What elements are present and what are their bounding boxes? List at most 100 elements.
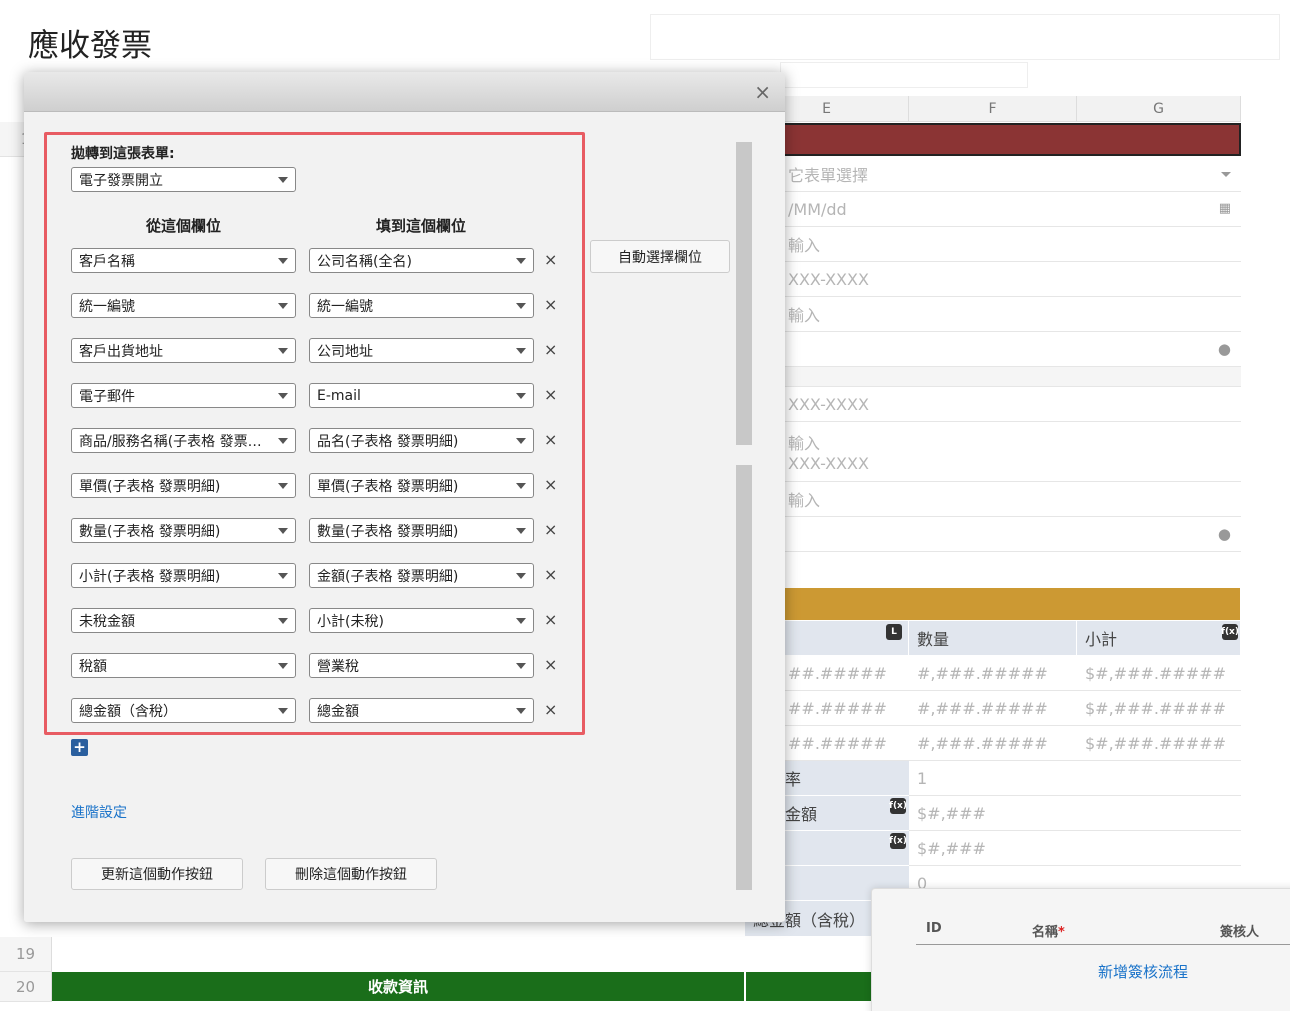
mapping-to-select[interactable]: 小計(未稅) xyxy=(309,608,534,633)
add-approval-flow-link[interactable]: 新增簽核流程 xyxy=(1098,961,1188,982)
select-value: 小計(未稅) xyxy=(317,613,384,630)
cell-date[interactable]: /MM/dd ▦ xyxy=(780,192,1241,227)
remove-mapping-icon[interactable]: × xyxy=(544,295,557,314)
action-button-dialog: × 拋轉到這張表單: 電子發票開立 從這個欄位 填到這個欄位 自動選擇欄位 客戶… xyxy=(24,72,785,922)
mapping-to-select[interactable]: 公司地址 xyxy=(309,338,534,363)
mapping-to-select[interactable]: 統一編號 xyxy=(309,293,534,318)
remove-mapping-icon[interactable]: × xyxy=(544,475,557,494)
cell-input[interactable]: 輸入 xyxy=(780,482,1241,517)
mapping-from-select[interactable]: 小計(子表格 發票明細) xyxy=(71,563,296,588)
cell-phone[interactable]: XXX-XXXX xyxy=(780,262,1241,297)
form-header-bar[interactable] xyxy=(745,123,1241,156)
dialog-scrollbar[interactable] xyxy=(736,142,752,890)
mapping-from-select[interactable]: 數量(子表格 發票明細) xyxy=(71,518,296,543)
summary-value[interactable]: 1 xyxy=(909,761,1241,796)
mapping-to-select[interactable]: 營業稅 xyxy=(309,653,534,678)
scrollbar-gap xyxy=(736,445,752,465)
cell-address[interactable]: ● xyxy=(780,517,1241,552)
row-number-19[interactable]: 19 xyxy=(0,937,52,972)
summary-value[interactable]: $#,### xyxy=(909,796,1241,831)
chevron-down-icon xyxy=(1221,172,1231,177)
chevron-down-icon xyxy=(278,708,288,714)
summary-value[interactable]: $#,### xyxy=(909,831,1241,866)
table-cell[interactable]: $#,###.##### xyxy=(1077,691,1241,726)
remove-mapping-icon[interactable]: × xyxy=(544,565,557,584)
mapping-to-select[interactable]: 數量(子表格 發票明細) xyxy=(309,518,534,543)
mapping-to-select[interactable]: 金額(子表格 發票明細) xyxy=(309,563,534,588)
table-cell[interactable]: $#,###.##### xyxy=(1077,726,1241,761)
mapping-to-select[interactable]: E-mail xyxy=(309,383,534,408)
table-cell[interactable]: $#,###.##### xyxy=(1077,656,1241,691)
mapping-from-select[interactable]: 客戶出貨地址 xyxy=(71,338,296,363)
mapping-from-select[interactable]: 單價(子表格 發票明細) xyxy=(71,473,296,498)
mapping-from-select[interactable]: 統一編號 xyxy=(71,293,296,318)
table-header-qty[interactable]: 數量 xyxy=(909,621,1077,655)
table-cell[interactable]: #,###.##### xyxy=(909,726,1077,761)
detail-section-header[interactable] xyxy=(745,588,1240,620)
cell-input[interactable]: 輸入 xyxy=(780,227,1241,262)
cell-phone[interactable]: XXX-XXXX xyxy=(780,387,1241,422)
cell-input[interactable]: 輸入 xyxy=(780,297,1241,332)
delete-action-button[interactable]: 刪除這個動作按鈕 xyxy=(265,858,437,890)
remove-mapping-icon[interactable]: × xyxy=(544,700,557,719)
mapping-from-select[interactable]: 電子郵件 xyxy=(71,383,296,408)
chevron-down-icon xyxy=(278,177,288,183)
remove-mapping-icon[interactable]: × xyxy=(544,385,557,404)
remove-mapping-icon[interactable]: × xyxy=(544,430,557,449)
cell-text: XXX-XXXX xyxy=(788,394,869,414)
mapping-to-select[interactable]: 品名(子表格 發票明細) xyxy=(309,428,534,453)
select-value: 客戶出貨地址 xyxy=(79,343,163,360)
cell-multiline[interactable]: 輸入 XXX-XXXX xyxy=(780,422,1241,482)
column-header-g[interactable]: G xyxy=(1077,96,1241,122)
remove-mapping-icon[interactable]: × xyxy=(544,250,557,269)
table-cell[interactable]: #,###.##### xyxy=(909,691,1077,726)
cell-text: /MM/dd xyxy=(788,199,847,219)
auto-select-fields-button[interactable]: 自動選擇欄位 xyxy=(590,240,730,273)
mapping-to-select[interactable]: 單價(子表格 發票明細) xyxy=(309,473,534,498)
close-icon[interactable]: × xyxy=(754,82,771,102)
select-value: 總金額（含稅） xyxy=(79,703,177,720)
cell-address[interactable]: ● xyxy=(780,332,1241,367)
table-cell[interactable]: #,###.##### xyxy=(909,656,1077,691)
select-value: 商品/服務名稱(子表格 發票明細) xyxy=(79,433,273,450)
select-value: 小計(子表格 發票明細) xyxy=(79,568,221,585)
from-column-title: 從這個欄位 xyxy=(146,217,222,235)
table-cell[interactable]: ##.##### xyxy=(780,691,909,726)
table-cell[interactable]: ##.##### xyxy=(780,656,909,691)
cell-text: 輸入 xyxy=(788,491,821,510)
mapping-from-select[interactable]: 客戶名稱 xyxy=(71,248,296,273)
update-action-button[interactable]: 更新這個動作按鈕 xyxy=(71,858,243,890)
chevron-down-icon xyxy=(516,483,526,489)
mapping-from-select[interactable]: 稅額 xyxy=(71,653,296,678)
mapping-to-select[interactable]: 公司名稱(全名) xyxy=(309,248,534,273)
table-header-subtotal[interactable]: 小計 f(x) xyxy=(1077,621,1241,655)
payment-section-header[interactable]: 收款資訊 xyxy=(52,972,744,1001)
row-number-20[interactable]: 20 xyxy=(0,972,52,1002)
cell-text: 輸入 xyxy=(788,236,821,255)
approval-col-reviewer: 簽核人 xyxy=(1220,925,1260,940)
advanced-settings-link[interactable]: 進階設定 xyxy=(71,802,127,822)
mapping-from-select[interactable]: 商品/服務名稱(子表格 發票明細) xyxy=(71,428,296,453)
location-pin-icon: ● xyxy=(1217,525,1231,543)
select-value: 品名(子表格 發票明細) xyxy=(317,433,459,450)
remove-mapping-icon[interactable]: × xyxy=(544,520,557,539)
dialog-titlebar[interactable]: × xyxy=(24,72,785,112)
header-text: 小計 xyxy=(1085,630,1118,649)
remove-mapping-icon[interactable]: × xyxy=(544,340,557,359)
cell-form-select[interactable]: 它表單選擇 xyxy=(780,157,1241,192)
mapping-from-select[interactable]: 總金額（含稅） xyxy=(71,698,296,723)
remove-mapping-icon[interactable]: × xyxy=(544,610,557,629)
cell-text: XXX-XXXX xyxy=(788,454,869,473)
select-value: 統一編號 xyxy=(79,298,135,315)
mapping-to-select[interactable]: 總金額 xyxy=(309,698,534,723)
select-value: E-mail xyxy=(317,387,361,404)
add-mapping-button[interactable]: + xyxy=(71,739,88,756)
table-cell[interactable]: ##.##### xyxy=(780,726,909,761)
chevron-down-icon xyxy=(516,573,526,579)
column-header-f[interactable]: F xyxy=(909,96,1077,122)
approval-col-id: ID xyxy=(926,921,942,936)
remove-mapping-icon[interactable]: × xyxy=(544,655,557,674)
select-value: 未稅金額 xyxy=(79,613,135,630)
mapping-from-select[interactable]: 未稅金額 xyxy=(71,608,296,633)
target-form-select[interactable]: 電子發票開立 xyxy=(71,167,296,192)
